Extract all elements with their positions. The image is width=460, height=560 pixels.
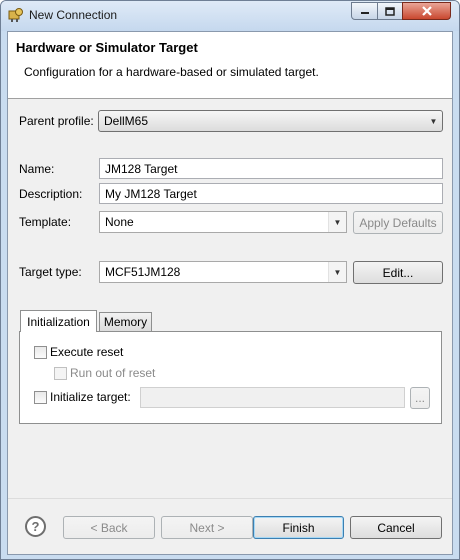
help-icon[interactable]: ? [25, 516, 46, 537]
initialize-target-label: Initialize target: [50, 390, 131, 404]
close-icon [421, 6, 432, 16]
wizard-header: Hardware or Simulator Target Configurati… [8, 32, 452, 99]
parent-profile-select[interactable]: DellM65 ▼ [98, 110, 443, 132]
cancel-button[interactable]: Cancel [350, 516, 442, 539]
page-description: Configuration for a hardware-based or si… [24, 65, 319, 79]
page-title: Hardware or Simulator Target [16, 40, 198, 55]
name-field[interactable]: JM128 Target [99, 158, 443, 179]
minimize-button[interactable] [351, 2, 378, 20]
eclipse-connection-icon [8, 8, 23, 22]
edit-target-button[interactable]: Edit... [353, 261, 443, 284]
description-label: Description: [19, 187, 83, 201]
chevron-down-icon: ▼ [328, 212, 346, 232]
template-select[interactable]: None ▼ [99, 211, 347, 233]
target-type-label: Target type: [19, 265, 82, 279]
target-type-select[interactable]: MCF51JM128 ▼ [99, 261, 347, 283]
initialization-panel: Execute reset Run out of reset Initializ… [19, 331, 442, 424]
tab-memory[interactable]: Memory [99, 312, 152, 331]
parent-profile-label: Parent profile: [19, 114, 94, 128]
description-field[interactable]: My JM128 Target [99, 183, 443, 204]
tab-initialization[interactable]: Initialization [20, 310, 97, 332]
run-out-of-reset-checkbox[interactable] [54, 367, 67, 380]
maximize-button[interactable] [377, 2, 403, 20]
description-value: My JM128 Target [105, 187, 197, 201]
template-label: Template: [19, 215, 72, 229]
next-button[interactable]: Next > [161, 516, 253, 539]
initialize-target-path-field[interactable] [140, 387, 405, 408]
execute-reset-checkbox[interactable] [34, 346, 47, 359]
template-value: None [105, 215, 134, 229]
footer-separator [8, 498, 452, 499]
name-label: Name: [19, 162, 55, 176]
execute-reset-label: Execute reset [50, 345, 124, 359]
title-bar: New Connection [1, 1, 459, 31]
window-title: New Connection [29, 8, 118, 22]
target-type-value: MCF51JM128 [105, 265, 181, 279]
browse-button[interactable]: ... [410, 387, 430, 409]
parent-profile-value: DellM65 [104, 114, 149, 128]
back-button[interactable]: < Back [63, 516, 155, 539]
chevron-down-icon: ▼ [328, 262, 346, 282]
chevron-down-icon: ▼ [429, 116, 438, 126]
apply-defaults-button[interactable]: Apply Defaults [353, 211, 443, 234]
run-out-of-reset-label: Run out of reset [70, 366, 156, 380]
close-button[interactable] [402, 2, 451, 20]
new-connection-dialog: New Connection Hardware or Simulator Tar… [0, 0, 460, 560]
dialog-body: Hardware or Simulator Target Configurati… [7, 31, 453, 555]
minimize-icon [360, 12, 369, 14]
maximize-icon [385, 6, 395, 16]
name-value: JM128 Target [105, 162, 178, 176]
finish-button[interactable]: Finish [253, 516, 344, 539]
initialize-target-checkbox[interactable] [34, 391, 47, 404]
